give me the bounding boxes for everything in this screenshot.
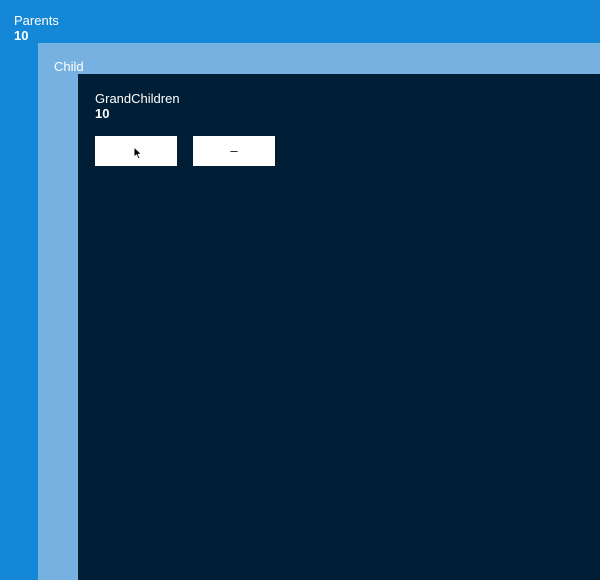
grandchildren-container: GrandChildren 10 – xyxy=(78,74,600,580)
parents-count: 10 xyxy=(14,28,29,43)
child-container: Child GrandChildren 10 – xyxy=(38,43,600,580)
grandchildren-title: GrandChildren xyxy=(95,91,180,106)
parents-container: Parents 10 Child GrandChildren 10 – xyxy=(0,0,600,580)
grandchildren-count: 10 xyxy=(95,106,110,121)
parents-title: Parents xyxy=(14,13,59,28)
child-title: Child xyxy=(54,59,84,74)
decrement-button[interactable]: – xyxy=(193,136,275,166)
increment-button[interactable] xyxy=(95,136,177,166)
